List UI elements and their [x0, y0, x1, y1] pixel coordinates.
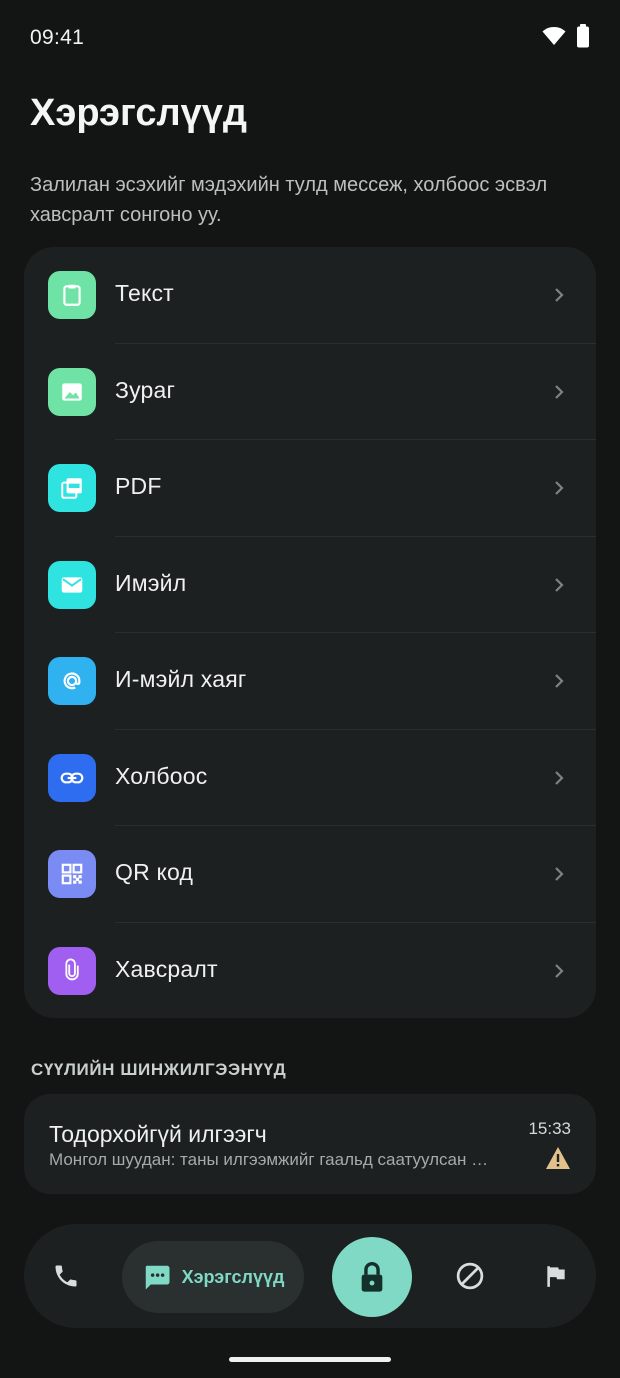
chevron-right-icon — [552, 476, 566, 500]
at-sign-icon — [63, 672, 81, 690]
bottom-navigation: Хэрэгслүүд — [24, 1224, 596, 1328]
nav-tools-label: Хэрэгслүүд — [181, 1266, 285, 1287]
nav-phone-button[interactable] — [44, 1254, 88, 1298]
recent-time: 15:33 — [528, 1119, 571, 1138]
chevron-right-icon — [552, 959, 566, 983]
tool-icon-bg — [48, 753, 96, 802]
tool-label: Зураг — [115, 376, 176, 403]
tool-label: Хавсралт — [115, 955, 218, 982]
tool-icon-bg — [48, 367, 96, 416]
nav-lock-button[interactable] — [332, 1237, 412, 1317]
nav-tools-button[interactable]: Хэрэгслүүд — [122, 1241, 304, 1313]
tool-label: И-мэйл хаяг — [115, 666, 247, 692]
flag-icon — [547, 1266, 565, 1287]
phone-icon — [55, 1265, 77, 1287]
tool-item-link[interactable]: Холбоос — [24, 730, 596, 826]
tool-icon-bg — [48, 271, 96, 319]
tool-label: QR код — [115, 859, 194, 885]
nav-block-button[interactable] — [448, 1254, 492, 1298]
recent-sender: Тодорхойгүй илгээгч — [49, 1121, 267, 1147]
tool-item-pdf[interactable]: PDF — [24, 440, 596, 537]
image-icon — [62, 382, 82, 401]
block-icon — [456, 1262, 484, 1290]
tool-item-email[interactable]: Имэйл — [24, 537, 596, 633]
tool-item-email-address[interactable]: И-мэйл хаяг — [24, 633, 596, 730]
chevron-right-icon — [552, 380, 566, 404]
tool-label: PDF — [115, 473, 162, 499]
status-icons — [542, 24, 590, 48]
chevron-right-icon — [552, 766, 566, 790]
link-icon — [60, 772, 84, 783]
qr-code-icon — [61, 863, 83, 885]
recent-section-header: СҮҮЛИЙН ШИНЖИЛГЭЭНҮҮД — [31, 1060, 287, 1079]
recent-preview: Монгол шуудан: таны илгээмжийг гаальд са… — [49, 1150, 489, 1169]
chevron-right-icon — [552, 669, 566, 693]
tool-icon-bg — [48, 657, 96, 705]
tool-item-attachment[interactable]: Хавсралт — [24, 923, 596, 1019]
home-indicator[interactable] — [229, 1357, 391, 1362]
paperclip-icon — [65, 958, 79, 980]
wifi-icon — [542, 27, 566, 45]
tool-icon-bg — [48, 946, 96, 995]
battery-icon — [577, 24, 589, 48]
lock-icon — [361, 1261, 383, 1292]
chevron-right-icon — [552, 283, 566, 307]
pdf-icon — [61, 478, 82, 499]
nav-flag-button[interactable] — [534, 1254, 578, 1298]
recent-analysis-item[interactable]: Тодорхойгүй илгээгч Монгол шуудан: таны … — [24, 1094, 596, 1194]
tool-label: Имэйл — [115, 569, 187, 596]
page-title: Хэрэгслүүд — [30, 92, 248, 134]
tool-label: Холбоос — [115, 762, 208, 789]
chevron-right-icon — [552, 573, 566, 597]
status-bar: 09:41 — [0, 0, 620, 76]
page-description: Залилан эсэхийг мэдэхийн тулд мессеж, хо… — [30, 174, 548, 226]
status-time: 09:41 — [30, 26, 85, 49]
tool-item-qr-code[interactable]: QR код — [24, 826, 596, 923]
tool-label: Текст — [115, 280, 174, 306]
tools-list: Текст Зураг PDF Имэйл И-мэйл хаяг Холбоо… — [24, 247, 596, 1018]
tool-item-image[interactable]: Зураг — [24, 344, 596, 440]
clipboard-icon — [63, 284, 81, 306]
mail-icon — [61, 576, 83, 593]
tool-item-text[interactable]: Текст — [24, 247, 596, 344]
tool-icon-bg — [48, 560, 96, 609]
tool-icon-bg — [48, 464, 96, 512]
chevron-right-icon — [552, 862, 566, 886]
tool-icon-bg — [48, 850, 96, 898]
warning-icon — [546, 1147, 570, 1169]
chat-dots-icon — [145, 1265, 170, 1290]
